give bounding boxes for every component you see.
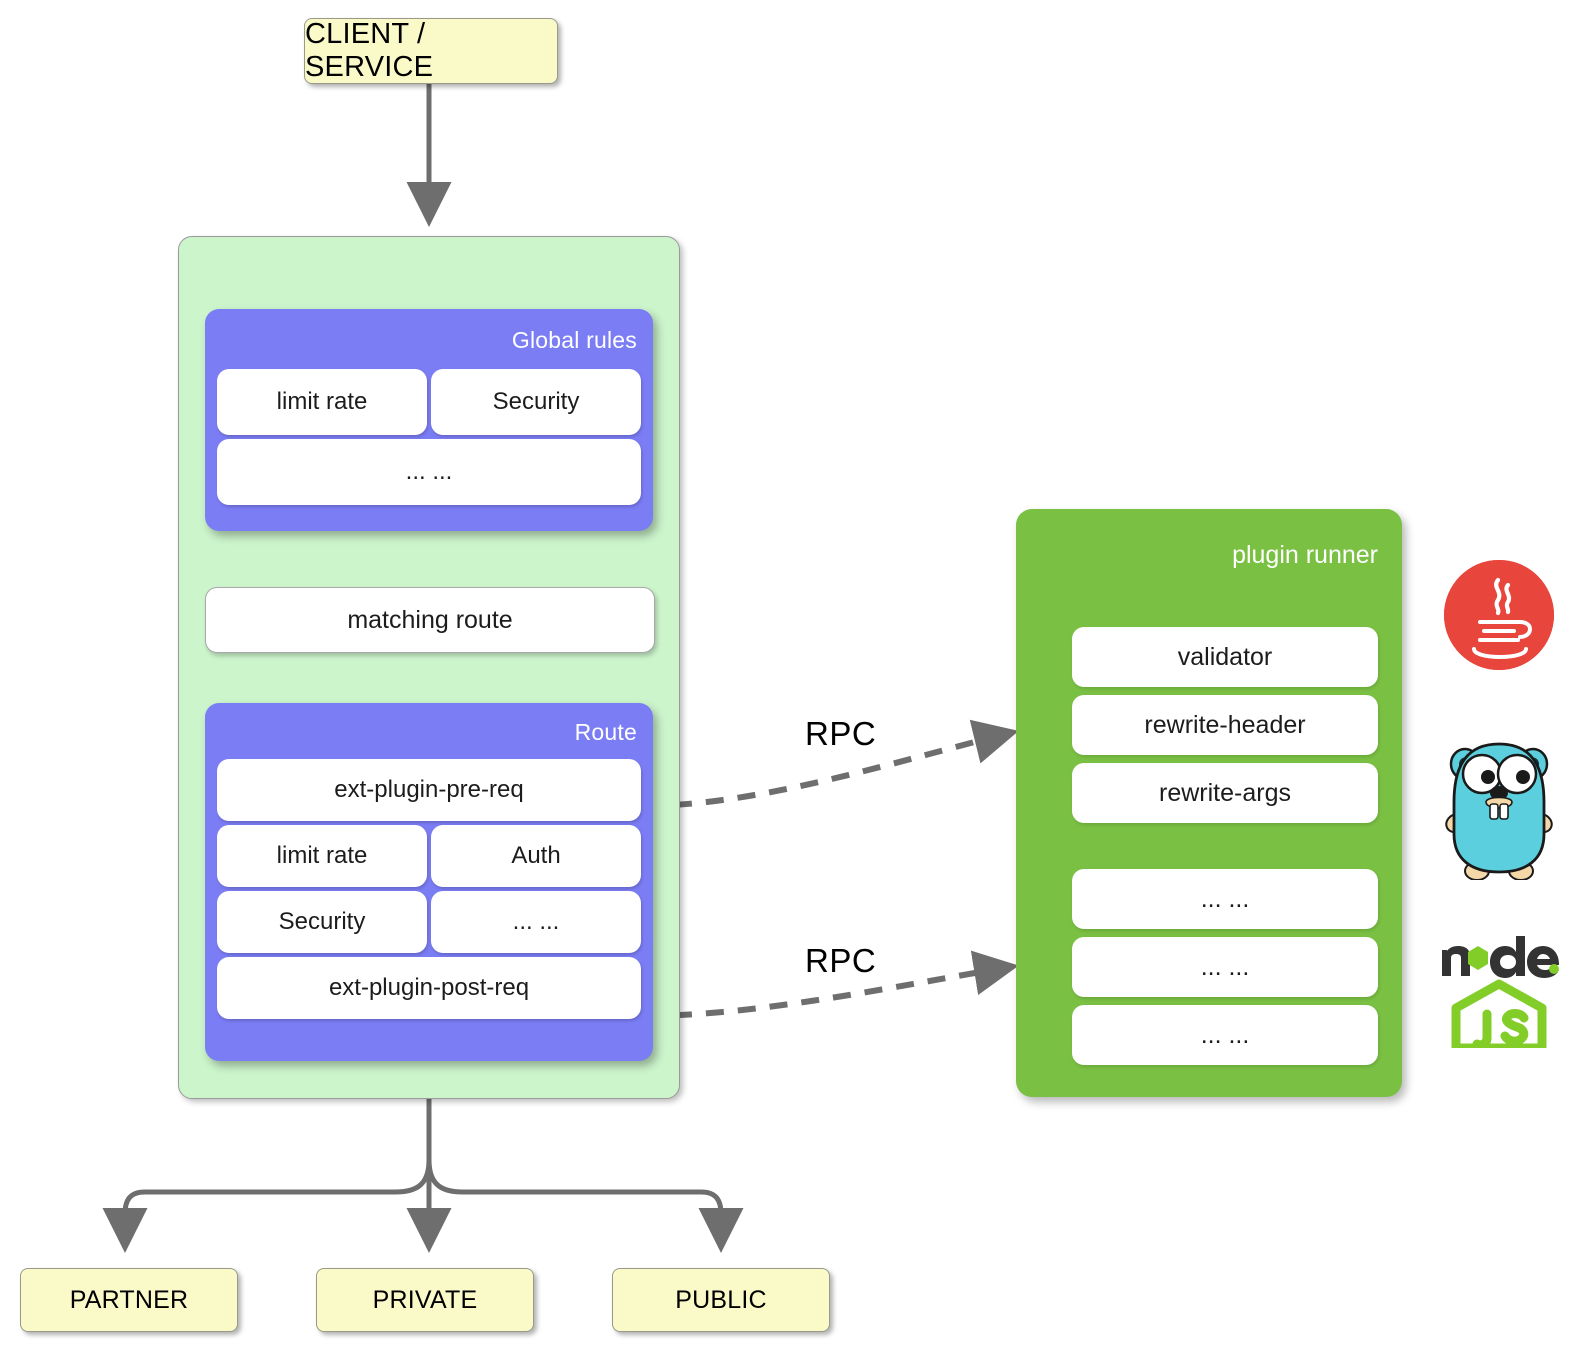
global-rule-limit-rate[interactable]: limit rate	[217, 369, 427, 435]
gateway-container: Global rules limit rate Security ... ...…	[178, 236, 680, 1099]
route-cell-ext-plugin-post-req-label: ext‑plugin‑post‑req	[328, 974, 530, 1001]
endpoint-private-label: PRIVATE	[372, 1285, 478, 1314]
plugin-rewrite-header[interactable]: rewrite‑header	[1072, 695, 1378, 755]
matching-route-label: matching route	[347, 605, 513, 634]
rpc-label-pre-req: RPC	[805, 715, 877, 752]
endpoint-partner-label: PARTNER	[69, 1285, 189, 1314]
route-cell-ext-plugin-pre-req[interactable]: ext‑plugin‑pre‑req	[217, 759, 641, 821]
route-cell-more-label: ... ...	[512, 908, 560, 935]
plugin-runner-container: plugin runner validator rewrite‑header r…	[1016, 509, 1402, 1097]
global-rule-more[interactable]: ... ...	[217, 439, 641, 505]
global-rule-security[interactable]: Security	[431, 369, 641, 435]
go-gopher-logo	[1440, 730, 1558, 881]
plugin-more-1[interactable]: ... ...	[1072, 869, 1378, 929]
plugin-rewrite-header-label: rewrite‑header	[1144, 710, 1306, 739]
endpoint-public-label: PUBLIC	[675, 1285, 767, 1314]
endpoint-partner-box[interactable]: PARTNER	[20, 1268, 238, 1332]
global-rule-security-label: Security	[492, 388, 580, 415]
endpoint-public-box[interactable]: PUBLIC	[612, 1268, 830, 1332]
global-rule-limit-rate-label: limit rate	[276, 388, 368, 415]
route-cell-limit-rate[interactable]: limit rate	[217, 825, 427, 887]
route-group: Route ext‑plugin‑pre‑req limit rate Auth…	[205, 703, 653, 1061]
route-cell-security[interactable]: Security	[217, 891, 427, 953]
endpoint-private-box[interactable]: PRIVATE	[316, 1268, 534, 1332]
plugin-rewrite-args-label: rewrite‑args	[1159, 778, 1291, 807]
route-cell-auth[interactable]: Auth	[431, 825, 641, 887]
matching-route-box[interactable]: matching route	[205, 587, 655, 653]
plugin-more-3[interactable]: ... ...	[1072, 1005, 1378, 1065]
plugin-validator[interactable]: validator	[1072, 627, 1378, 687]
route-cell-auth-label: Auth	[511, 842, 561, 869]
plugin-more-3-label: ... ...	[1200, 1020, 1250, 1049]
java-logo	[1440, 556, 1558, 674]
global-rules-title: Global rules	[511, 327, 637, 353]
global-rules-group: Global rules limit rate Security ... ...	[205, 309, 653, 531]
route-cell-ext-plugin-post-req[interactable]: ext‑plugin‑post‑req	[217, 957, 641, 1019]
client-service-label: CLIENT / SERVICE	[305, 18, 434, 83]
global-rule-more-label: ... ...	[405, 458, 453, 485]
plugin-more-2[interactable]: ... ...	[1072, 937, 1378, 997]
route-cell-limit-rate-label: limit rate	[276, 842, 368, 869]
plugin-more-1-label: ... ...	[1200, 884, 1250, 913]
connector-gateway-to-endpoints	[102, 1098, 744, 1253]
diagram-canvas: CLIENT / SERVICE Global rules limit rate…	[0, 0, 1588, 1372]
route-cell-security-label: Security	[278, 908, 366, 935]
route-cell-ext-plugin-pre-req-label: ext‑plugin‑pre‑req	[334, 776, 524, 803]
rpc-label-post-req: RPC	[805, 942, 877, 979]
route-cell-more[interactable]: ... ...	[431, 891, 641, 953]
plugin-validator-label: validator	[1177, 642, 1273, 671]
plugin-more-2-label: ... ...	[1200, 952, 1250, 981]
route-title: Route	[574, 719, 637, 745]
nodejs-logo	[1432, 926, 1566, 1053]
client-service-box[interactable]: CLIENT / SERVICE	[304, 18, 558, 84]
plugin-runner-title: plugin runner	[1232, 541, 1378, 569]
plugin-rewrite-args[interactable]: rewrite‑args	[1072, 763, 1378, 823]
